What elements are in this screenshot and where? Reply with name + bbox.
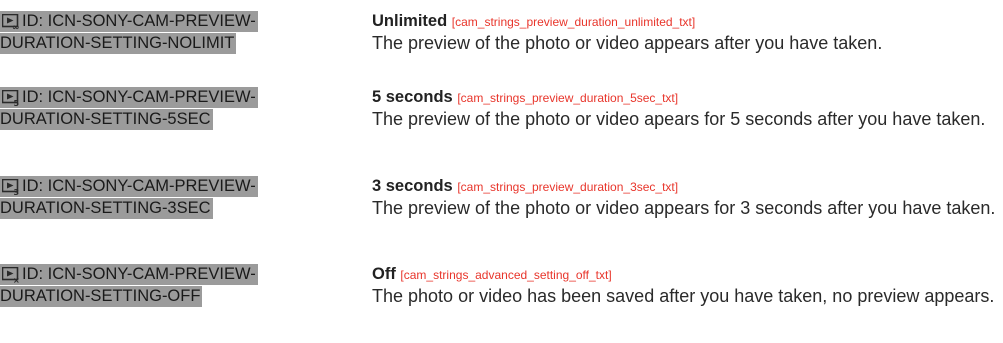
preview-off-icon: × — [0, 264, 22, 285]
icon-id-block: ∞ ID: ICN-SONY-CAM-PREVIEW- DURATION-SET… — [0, 11, 360, 55]
icon-id-block: 5 ID: ICN-SONY-CAM-PREVIEW- DURATION-SET… — [0, 87, 360, 131]
entry-text-block: 5 seconds [cam_strings_preview_duration_… — [372, 87, 1003, 131]
preview-5sec-icon: 5 — [0, 87, 22, 108]
icon-id-text-1: ID: ICN-SONY-CAM-PREVIEW- — [22, 12, 256, 30]
icon-id-line-1: 5 ID: ICN-SONY-CAM-PREVIEW- — [0, 87, 258, 108]
entry-description: The photo or video has been saved after … — [372, 286, 995, 306]
icon-id-text-1: ID: ICN-SONY-CAM-PREVIEW- — [22, 88, 256, 106]
svg-text:×: × — [13, 276, 20, 283]
icon-id-line-1: × ID: ICN-SONY-CAM-PREVIEW- — [0, 264, 258, 285]
entry-description: The preview of the photo or video apears… — [372, 109, 986, 129]
string-key: [cam_strings_preview_duration_unlimited_… — [451, 15, 696, 29]
icon-id-line-1: 3 ID: ICN-SONY-CAM-PREVIEW- — [0, 176, 258, 197]
title-line: 5 seconds [cam_strings_preview_duration_… — [372, 87, 1003, 108]
entry-text-block: Unlimited [cam_strings_preview_duration_… — [372, 11, 1003, 55]
entry-title: 3 seconds — [372, 177, 453, 195]
entry-title: Unlimited — [372, 12, 448, 30]
icon-id-text-1: ID: ICN-SONY-CAM-PREVIEW- — [22, 265, 256, 283]
icon-id-line-2: DURATION-SETTING-3SEC — [0, 198, 213, 219]
icon-id-line-2: DURATION-SETTING-OFF — [0, 286, 203, 307]
svg-text:∞: ∞ — [12, 23, 20, 30]
icon-id-line-2: DURATION-SETTING-NOLIMIT — [0, 33, 237, 54]
title-line: Off [cam_strings_advanced_setting_off_tx… — [372, 264, 1003, 285]
preview-3sec-icon: 3 — [0, 176, 22, 197]
string-key: [cam_strings_preview_duration_3sec_txt] — [457, 180, 679, 194]
svg-text:5: 5 — [14, 99, 20, 106]
icon-id-text-1: ID: ICN-SONY-CAM-PREVIEW- — [22, 177, 256, 195]
string-key: [cam_strings_advanced_setting_off_txt] — [400, 268, 612, 282]
preview-unlimited-icon: ∞ — [0, 11, 22, 32]
entry-title: 5 seconds — [372, 88, 453, 106]
title-line: Unlimited [cam_strings_preview_duration_… — [372, 11, 1003, 32]
entry-title: Off — [372, 265, 396, 283]
icon-id-block: × ID: ICN-SONY-CAM-PREVIEW- DURATION-SET… — [0, 264, 360, 308]
entry-text-block: Off [cam_strings_advanced_setting_off_tx… — [372, 264, 1003, 308]
entry-description: The preview of the photo or video appear… — [372, 198, 996, 218]
entry-description: The preview of the photo or video appear… — [372, 33, 883, 53]
icon-id-line-2: DURATION-SETTING-5SEC — [0, 109, 213, 130]
icon-id-block: 3 ID: ICN-SONY-CAM-PREVIEW- DURATION-SET… — [0, 176, 360, 220]
icon-id-line-1: ∞ ID: ICN-SONY-CAM-PREVIEW- — [0, 11, 258, 32]
entry-text-block: 3 seconds [cam_strings_preview_duration_… — [372, 176, 1003, 220]
title-line: 3 seconds [cam_strings_preview_duration_… — [372, 176, 1003, 197]
svg-text:3: 3 — [14, 188, 20, 195]
string-key: [cam_strings_preview_duration_5sec_txt] — [457, 91, 679, 105]
